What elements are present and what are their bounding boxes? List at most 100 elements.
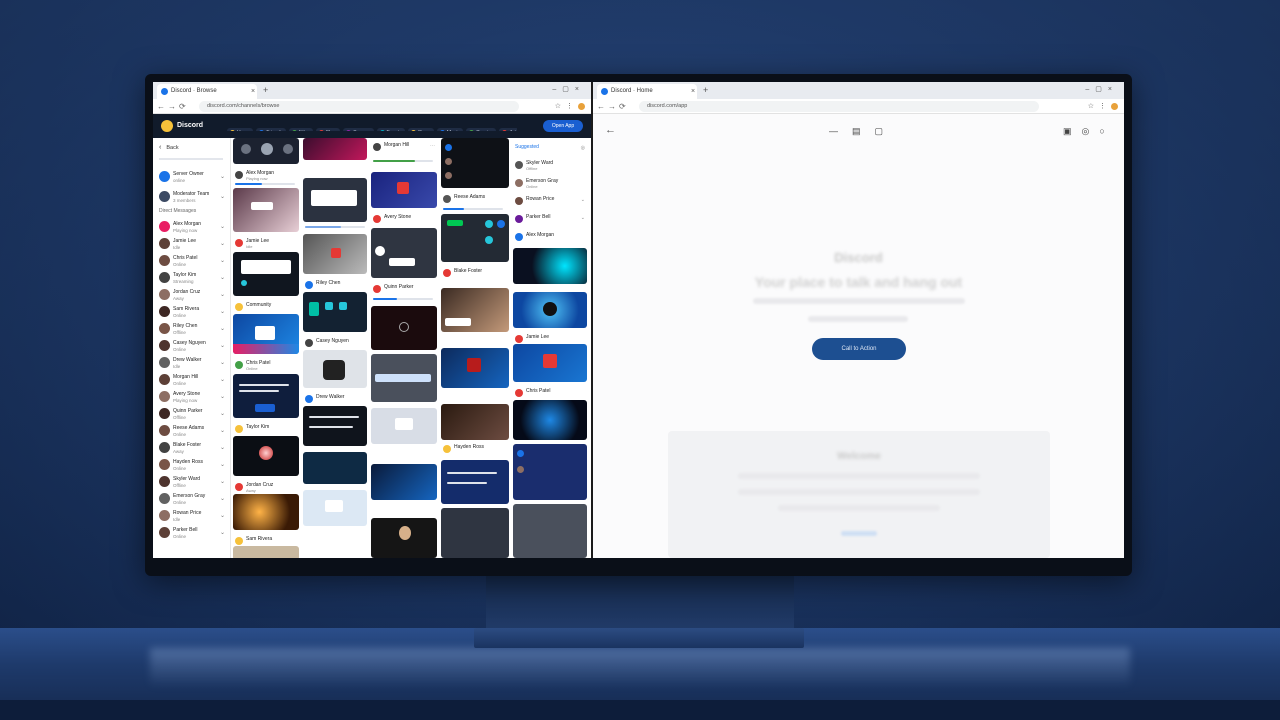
media-card[interactable] xyxy=(371,408,437,444)
list-card[interactable] xyxy=(441,508,509,558)
media-card[interactable] xyxy=(371,306,437,350)
close-icon[interactable]: × xyxy=(691,84,695,99)
list-item[interactable]: Community xyxy=(233,300,299,314)
media-card[interactable] xyxy=(513,344,587,382)
media-card[interactable] xyxy=(233,314,299,354)
sidebar-user-top2[interactable]: Moderator Team 3 members ⌄ xyxy=(157,188,227,206)
close-icon[interactable]: × xyxy=(251,84,255,99)
nav-item-servers[interactable]: Servers xyxy=(343,128,374,131)
sidebar-item-user[interactable]: Riley Chen Offline ⌄ xyxy=(157,320,227,338)
list-item[interactable]: Casey Nguyen xyxy=(303,336,367,350)
media-card[interactable] xyxy=(303,350,367,388)
list-card[interactable] xyxy=(303,406,367,446)
new-tab-icon[interactable]: + xyxy=(703,84,708,97)
media-card[interactable] xyxy=(233,138,299,164)
list-card[interactable] xyxy=(513,444,587,500)
list-item[interactable]: Alex Morgan xyxy=(513,230,587,244)
nav-arrows-icon[interactable]: ←→⟳ xyxy=(597,100,629,113)
sidebar-item-user[interactable]: Morgan Hill Online ⌄ xyxy=(157,371,227,389)
logo-icon[interactable] xyxy=(161,120,173,132)
chat-card[interactable] xyxy=(233,252,299,296)
nav-arrows-icon[interactable]: ←→⟳ xyxy=(157,100,189,113)
sidebar-item-user[interactable]: Hayden Ross Online ⌄ xyxy=(157,456,227,474)
media-card[interactable] xyxy=(233,546,299,558)
profile-icon[interactable] xyxy=(1111,102,1118,110)
media-card[interactable] xyxy=(441,288,509,332)
toolbar-icons[interactable]: ☆⋮ xyxy=(555,100,585,113)
media-card[interactable] xyxy=(513,400,587,440)
new-tab-icon[interactable]: + xyxy=(263,84,268,97)
sidebar-item-user[interactable]: Reese Adams Online ⌄ xyxy=(157,422,227,440)
list-item[interactable]: Reese Adams xyxy=(441,192,509,206)
list-item[interactable]: Emerson Gray Online xyxy=(513,176,587,190)
back-arrow-icon[interactable]: ← xyxy=(605,124,616,136)
sidebar-item-user[interactable]: Jamie Lee Idle ⌄ xyxy=(157,235,227,253)
list-item[interactable]: Morgan Hill ⋯ xyxy=(371,140,437,154)
list-item[interactable]: Drew Walker xyxy=(303,392,367,406)
input-pill[interactable] xyxy=(375,374,431,382)
sidebar-item-user[interactable]: Jordan Cruz Away ⌄ xyxy=(157,286,227,304)
nav-item-shop[interactable]: Shop xyxy=(315,128,341,131)
post-card[interactable] xyxy=(233,374,299,418)
nav-item-music[interactable]: Music xyxy=(436,128,463,131)
nav-item-home[interactable]: Home xyxy=(227,128,254,131)
list-item[interactable]: Rowan Price ⌄ xyxy=(513,194,587,208)
sidebar-item-user[interactable]: Blake Foster Away ⌄ xyxy=(157,439,227,457)
profile-icon[interactable] xyxy=(578,102,585,110)
stats-card[interactable] xyxy=(441,214,509,262)
media-card[interactable] xyxy=(441,404,509,440)
list-item[interactable]: Chris Patel xyxy=(513,386,587,400)
play-icon[interactable] xyxy=(375,246,385,256)
media-card[interactable] xyxy=(371,464,437,500)
toolbar-icons[interactable]: ☆⋮ xyxy=(1088,100,1118,113)
address-bar[interactable]: discord.com/channels/browse xyxy=(199,101,519,112)
nav-item-art[interactable]: Art xyxy=(499,128,517,131)
nav-item-gaming[interactable]: Gaming xyxy=(465,128,497,131)
sidebar-item-user[interactable]: Emerson Gray Online ⌄ xyxy=(157,490,227,508)
sidebar-item-user[interactable]: Casey Nguyen Online ⌄ xyxy=(157,337,227,355)
media-card[interactable] xyxy=(513,248,587,284)
list-item[interactable]: Chris Patel Online xyxy=(233,358,299,372)
list-item[interactable]: Blake Foster xyxy=(441,266,509,280)
list-item[interactable]: Taylor Kim xyxy=(233,422,299,436)
sidebar-item-user[interactable]: Taylor Kim Streaming ⌄ xyxy=(157,269,227,287)
panel-link[interactable] xyxy=(841,531,877,536)
sidebar-item-user[interactable]: Sam Rivera Online ⌄ xyxy=(157,303,227,321)
nav-item-stage[interactable]: Stage xyxy=(407,128,434,131)
more-icon[interactable]: ⋯ xyxy=(430,143,435,149)
address-bar[interactable]: discord.com/app xyxy=(639,101,1039,112)
media-card[interactable] xyxy=(303,178,367,222)
toolbar-actions-icon[interactable]: ▣◎○ xyxy=(1063,126,1115,137)
sidebar-item-user[interactable]: Rowan Price Idle ⌄ xyxy=(157,507,227,525)
list-item[interactable]: Skyler Ward Offline xyxy=(513,158,587,172)
chat-card[interactable] xyxy=(303,452,367,484)
list-item[interactable]: Alex Morgan Playing now xyxy=(233,168,299,182)
list-item[interactable]: Suggested ◎ xyxy=(513,142,587,156)
media-card[interactable] xyxy=(233,436,299,476)
post-card[interactable] xyxy=(371,354,437,402)
list-item[interactable]: Avery Stone xyxy=(371,212,437,226)
media-card[interactable] xyxy=(441,348,509,388)
media-card[interactable] xyxy=(303,234,367,274)
browser-tab[interactable]: Discord · Browse × xyxy=(157,84,257,99)
sidebar-user-top[interactable]: Server Owner online ⌄ xyxy=(157,168,227,186)
sidebar-item-user[interactable]: Drew Walker Idle ⌄ xyxy=(157,354,227,372)
nav-item-friends[interactable]: Friends xyxy=(256,128,287,131)
chevron-down-icon[interactable]: ⌄ xyxy=(581,197,585,203)
sidebar-item-user[interactable]: Parker Bell Online ⌄ xyxy=(157,524,227,542)
sidebar-item-user[interactable]: Quinn Parker Offline ⌄ xyxy=(157,405,227,423)
sidebar-item-user[interactable]: Avery Stone Playing now ⌄ xyxy=(157,388,227,406)
back-button[interactable]: ‹ Back xyxy=(159,144,179,151)
media-card[interactable] xyxy=(233,188,299,232)
media-card[interactable] xyxy=(371,172,437,208)
media-card[interactable] xyxy=(303,490,367,526)
sidebar-item-user[interactable]: Skyler Ward Offline ⌄ xyxy=(157,473,227,491)
media-card[interactable] xyxy=(233,494,299,530)
sidebar-item-user[interactable]: Alex Morgan Playing now ⌄ xyxy=(157,218,227,236)
open-app-button[interactable]: Open App xyxy=(543,120,583,132)
window-controls[interactable]: –▢× xyxy=(1085,84,1118,96)
list-item[interactable]: Parker Bell ⌄ xyxy=(513,212,587,226)
media-card[interactable] xyxy=(513,292,587,328)
call-to-action-button[interactable]: Call to Action xyxy=(812,338,906,360)
audio-card[interactable] xyxy=(371,228,437,278)
